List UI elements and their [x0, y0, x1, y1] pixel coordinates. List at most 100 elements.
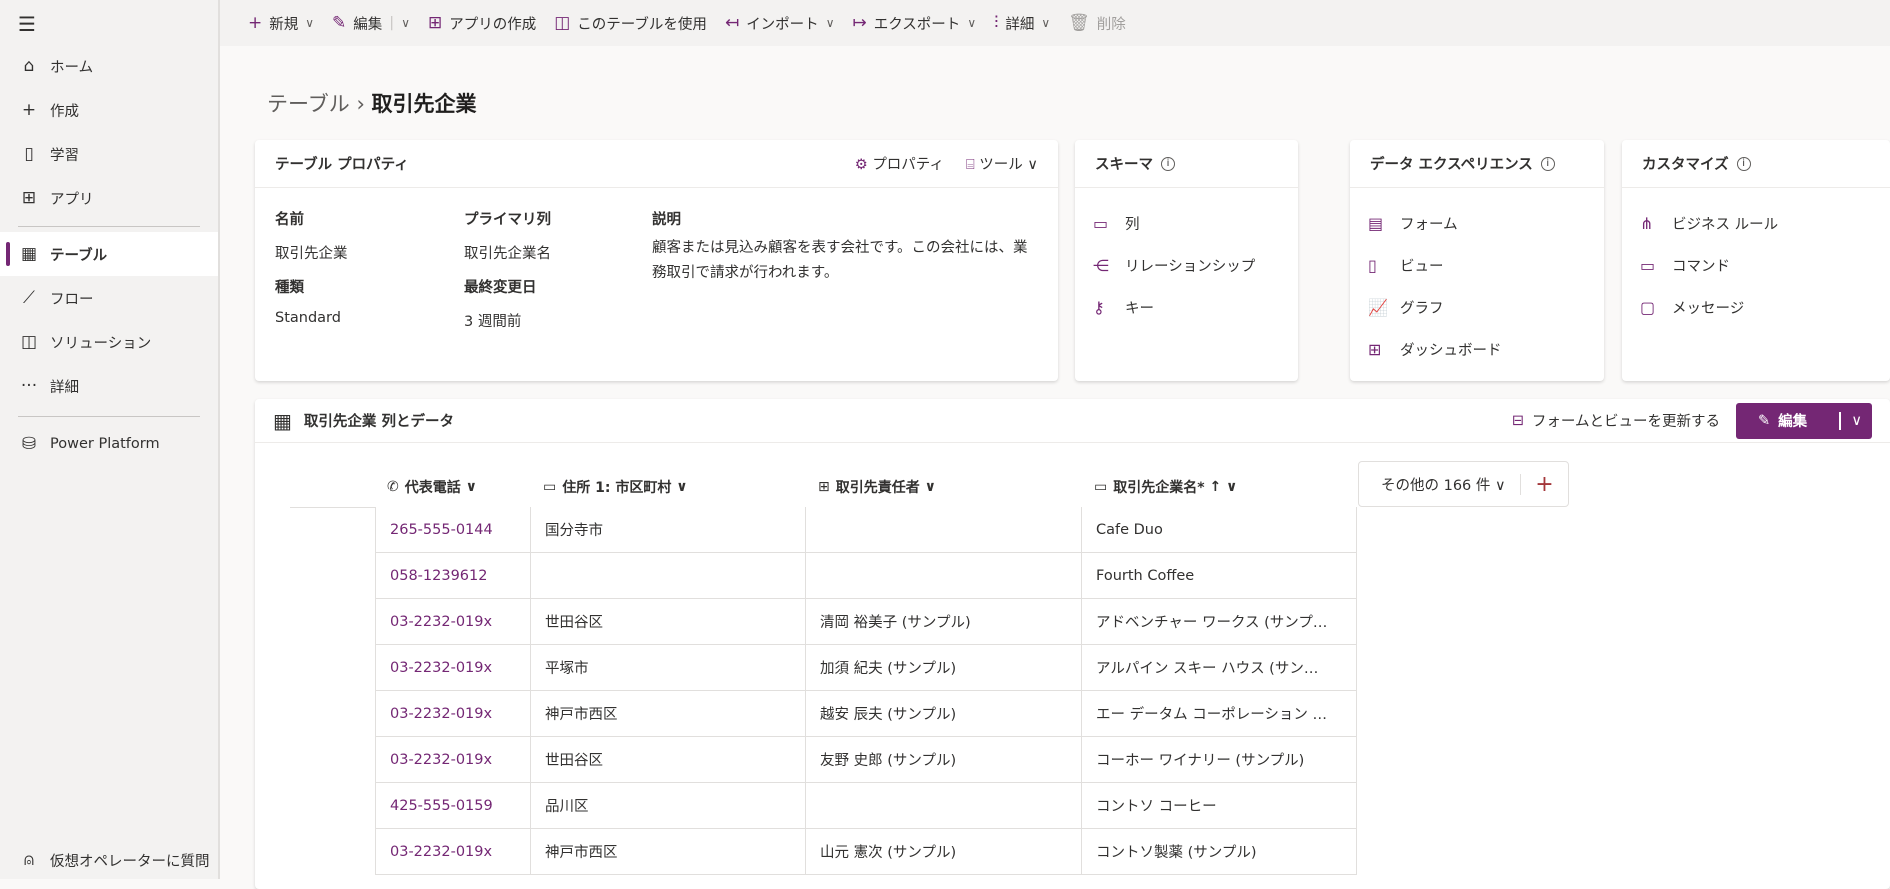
column-header-contact[interactable]: ⊞ 取引先責任者 ∨ [806, 466, 1082, 508]
hamburger-menu-icon[interactable]: ☰ [18, 12, 36, 36]
refresh-forms-views-button[interactable]: ⊟ フォームとビューを更新する [1512, 410, 1720, 431]
column-header-label: 取引先企業名* [1113, 480, 1205, 496]
details-label: 詳細 [1005, 16, 1035, 33]
cell-account-name: コントソ製薬 (サンプル) [1082, 829, 1357, 875]
sidebar-item-home[interactable]: ⌂ ホーム [0, 44, 218, 88]
card-title: テーブル プロパティ [275, 157, 409, 173]
trash-icon: 🗑 [1068, 13, 1090, 33]
details-button[interactable]: ⫶ 詳細 ∨ [994, 13, 1050, 34]
sidebar-item-label: 詳細 [50, 379, 79, 396]
import-icon: ↤ [724, 13, 740, 33]
type-label: 種類 [275, 280, 304, 296]
dashboards-link[interactable]: ⊞ ダッシュボード [1350, 328, 1604, 370]
power-platform-icon: ⛁ [21, 434, 37, 454]
type-value: Standard [275, 310, 341, 326]
relationship-icon: ⋲ [1093, 255, 1109, 275]
virtual-agent-label: 仮想オペレーターに質問 [50, 853, 210, 870]
sidebar-item-power-platform[interactable]: ⛁ Power Platform [0, 422, 218, 466]
info-icon[interactable]: i [1161, 156, 1175, 171]
sidebar-item-label: テーブル [50, 247, 108, 264]
schema-relationships-link[interactable]: ⋲ リレーションシップ [1075, 244, 1298, 286]
cell-contact: 加須 紀夫 (サンプル) [806, 645, 1082, 691]
sidebar-item-label: ソリューション [50, 335, 152, 352]
business-rules-link[interactable]: ⋔ ビジネス ルール [1622, 202, 1890, 244]
column-header-account-name[interactable]: ▭ 取引先企業名* ↑ ∨ [1082, 466, 1357, 508]
cell-city: 世田谷区 [531, 737, 806, 783]
description-value: 顧客または見込み顧客を表す会社です。この会社には、業務取引で請求が行われます。 [652, 240, 1028, 281]
add-column-button[interactable]: + [1521, 472, 1568, 497]
commands-link[interactable]: ▭ コマンド [1622, 244, 1890, 286]
use-table-button[interactable]: ◫ このテーブルを使用 [554, 13, 707, 34]
info-icon[interactable]: i [1736, 156, 1751, 171]
charts-link[interactable]: 📈 グラフ [1350, 286, 1604, 328]
sidebar-item-solutions[interactable]: ◫ ソリューション [0, 320, 218, 364]
cell-phone[interactable]: 265-555-0144 [375, 507, 531, 553]
cell-phone[interactable]: 03-2232-019x [375, 599, 531, 645]
cell-account-name: Cafe Duo [1082, 507, 1357, 553]
cell-city: 神戸市西区 [531, 691, 806, 737]
schema-columns-link[interactable]: ▭ 列 [1075, 202, 1298, 244]
properties-button[interactable]: ⚙ プロパティ [855, 153, 944, 174]
primary-column-value: 取引先企業名 [464, 246, 551, 262]
column-header-city[interactable]: ▭ 住所 1: 市区町村 ∨ [531, 466, 806, 508]
link-label: ダッシュボード [1400, 342, 1502, 359]
cell-phone[interactable]: 03-2232-019x [375, 737, 531, 783]
link-label: キー [1125, 300, 1154, 317]
lookup-icon: ⊞ [818, 479, 830, 495]
column-header-phone[interactable]: ✆ 代表電話 ∨ [375, 466, 531, 508]
export-icon: ↦ [852, 13, 867, 33]
chevron-down-icon[interactable]: ∨ [1839, 411, 1872, 430]
view-icon: ▯ [1368, 255, 1377, 275]
divider [18, 226, 200, 227]
virtual-agent-button[interactable]: ⍝ 仮想オペレーターに質問 [0, 838, 218, 882]
cell-phone[interactable]: 03-2232-019x [375, 645, 531, 691]
edit-button[interactable]: ✎ 編集 | ∨ [332, 13, 410, 34]
views-link[interactable]: ▯ ビュー [1350, 244, 1604, 286]
chevron-down-icon[interactable]: ∨ [401, 16, 410, 30]
cell-phone[interactable]: 03-2232-019x [375, 829, 531, 875]
card-title: データ エクスペリエンス [1370, 157, 1533, 173]
primary-column-label: プライマリ列 [464, 212, 551, 228]
chevron-down-icon: ∨ [1027, 157, 1038, 173]
tools-button[interactable]: ⌸ ツール ∨ [966, 153, 1038, 174]
sidebar-item-flows[interactable]: ⟋ フロー [0, 276, 218, 320]
sidebar-item-learn[interactable]: ▯ 学習 [0, 132, 218, 176]
cell-account-name: アルパイン スキー ハウス (サン… [1082, 645, 1357, 691]
info-icon[interactable]: i [1540, 156, 1555, 171]
cell-phone[interactable]: 03-2232-019x [375, 691, 531, 737]
cell-phone[interactable]: 425-555-0159 [375, 783, 531, 829]
breadcrumb-parent[interactable]: テーブル [267, 92, 350, 116]
sidebar-item-create[interactable]: + 作成 [0, 88, 218, 132]
delete-button[interactable]: 🗑 削除 [1068, 13, 1126, 34]
export-button[interactable]: ↦ エクスポート ∨ [852, 13, 976, 34]
edit-label: 編集 [1778, 414, 1808, 430]
cell-contact [806, 553, 1082, 599]
more-columns-dropdown[interactable]: その他の 166 件 ∨ [1359, 473, 1521, 495]
sidebar-item-label: 作成 [50, 103, 79, 120]
forms-link[interactable]: ▤ フォーム [1350, 202, 1604, 244]
messages-link[interactable]: ▢ メッセージ [1622, 286, 1890, 328]
pencil-icon: ✎ [332, 13, 347, 33]
chevron-right-icon: › [356, 92, 365, 116]
command-icon: ▭ [1640, 255, 1656, 275]
modified-label: 最終変更日 [464, 280, 537, 296]
text-field-icon: ▭ [1094, 479, 1108, 495]
sidebar-item-tables[interactable]: ▦ テーブル [0, 232, 218, 276]
link-label: メッセージ [1672, 300, 1745, 317]
import-button[interactable]: ↤ インポート ∨ [725, 13, 835, 34]
sidebar-item-apps[interactable]: ⊞ アプリ [0, 176, 218, 220]
link-label: ビジネス ルール [1672, 216, 1779, 233]
text-field-icon: ▭ [543, 479, 557, 495]
cell-phone[interactable]: 058-1239612 [375, 553, 531, 599]
card-title: スキーマ [1095, 157, 1153, 173]
key-icon: ⚷ [1093, 297, 1105, 317]
cell-city: 神戸市西区 [531, 829, 806, 875]
create-app-button[interactable]: ⊞ アプリの作成 [428, 13, 536, 34]
import-label: インポート [746, 16, 819, 33]
schema-keys-link[interactable]: ⚷ キー [1075, 286, 1298, 328]
flow-icon: ⟋ [23, 288, 35, 308]
link-label: リレーションシップ [1125, 258, 1256, 275]
sidebar-item-more[interactable]: ··· 詳細 [0, 364, 218, 408]
new-button[interactable]: + 新規 ∨ [248, 13, 314, 34]
edit-data-button[interactable]: ✎ 編集 ∨ [1736, 402, 1872, 439]
